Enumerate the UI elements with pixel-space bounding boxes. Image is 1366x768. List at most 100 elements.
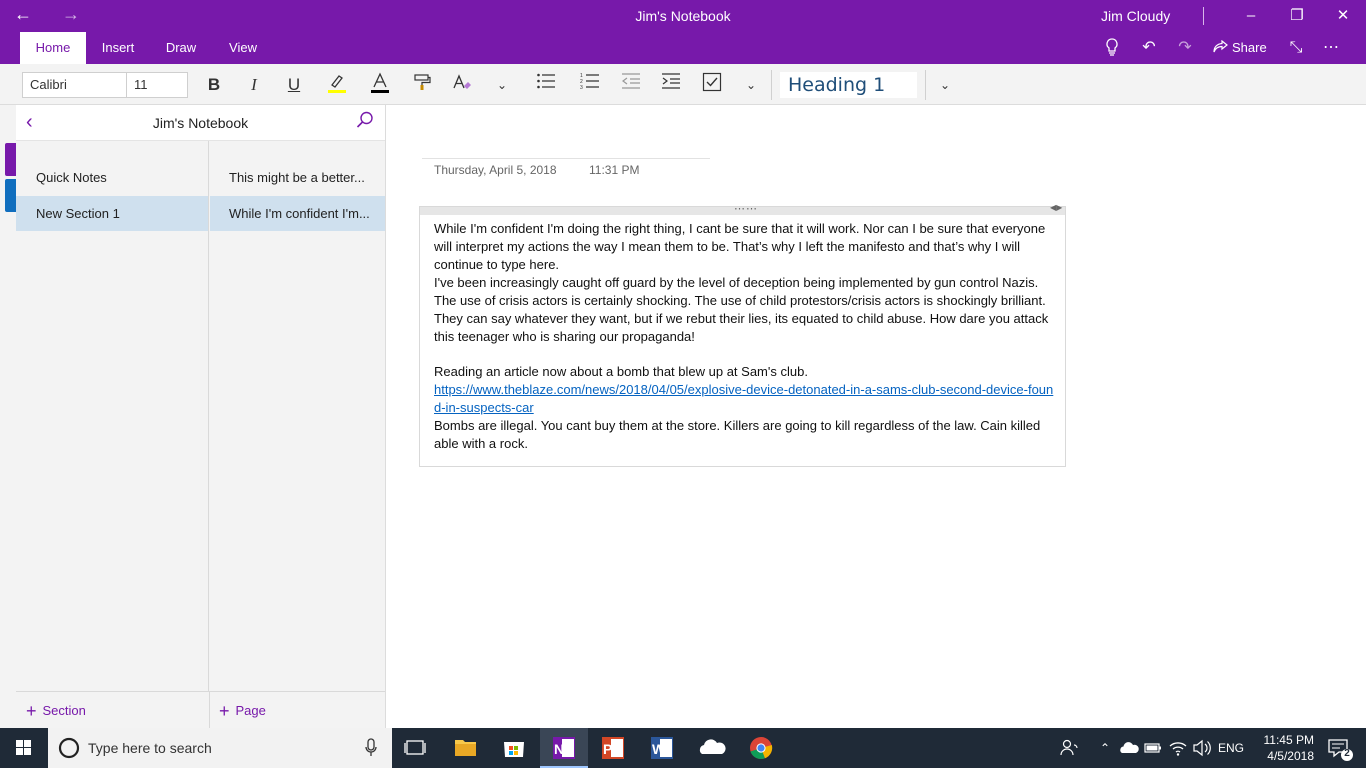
underline-icon[interactable]: U (280, 72, 308, 98)
font-name-box[interactable]: Calibri (22, 72, 127, 98)
onedrive-icon[interactable] (688, 728, 736, 768)
italic-icon[interactable]: I (240, 72, 268, 98)
section-list: Quick Notes New Section 1 (16, 141, 209, 691)
paragraph[interactable]: I've been increasingly caught off guard … (434, 274, 1058, 346)
powerpoint-app-icon[interactable]: P (589, 728, 637, 768)
navigation-pane: ‹ Jim's Notebook Quick Notes New Section… (0, 105, 386, 729)
word-app-icon[interactable]: W (638, 728, 686, 768)
minimize-button[interactable]: – (1228, 2, 1274, 30)
clock-time: 11:45 PM (1263, 733, 1314, 747)
nav-footer: + Section + Page (16, 691, 385, 729)
tab-draw[interactable]: Draw (156, 32, 206, 64)
add-page-button[interactable]: + Page (219, 701, 266, 722)
store-icon[interactable] (490, 728, 538, 768)
page-item-selected[interactable]: While I'm confident I'm... (210, 196, 385, 231)
share-icon (1213, 39, 1228, 53)
restore-button[interactable]: ❐ (1274, 2, 1320, 30)
battery-icon[interactable] (1143, 728, 1163, 768)
title-separator (1203, 7, 1204, 25)
task-view-icon[interactable] (392, 728, 440, 768)
article-link[interactable]: https://www.theblaze.com/news/2018/04/05… (434, 382, 1053, 415)
wifi-icon[interactable] (1167, 728, 1189, 768)
checkbox-tag-icon[interactable] (698, 72, 726, 98)
fullscreen-icon[interactable]: ⤡ (1282, 38, 1310, 58)
svg-text:N: N (554, 741, 564, 757)
close-button[interactable]: ✕ (1320, 2, 1366, 30)
note-container[interactable]: ⋯⋯ ◀▶ While I'm confident I'm doing the … (419, 203, 1066, 467)
file-explorer-icon[interactable] (442, 728, 490, 768)
page-canvas[interactable]: Thursday, April 5, 2018 11:31 PM ⋯⋯ ◀▶ W… (386, 105, 1366, 728)
user-name[interactable]: Jim Cloudy (1101, 8, 1170, 24)
more-options-icon[interactable]: ⋯ (1317, 38, 1345, 58)
undo-icon[interactable]: ↶ (1135, 38, 1163, 58)
format-painter-icon[interactable] (408, 72, 436, 98)
notification-badge: 2 (1344, 748, 1350, 759)
section-color-tab (5, 143, 16, 176)
svg-text:W: W (652, 741, 666, 757)
chevron-down-icon[interactable]: ⌄ (488, 72, 516, 98)
cloud-tray-icon[interactable] (1118, 728, 1140, 768)
resize-arrows-icon[interactable]: ◀▶ (1050, 203, 1062, 212)
microphone-icon[interactable] (364, 738, 378, 758)
redo-icon[interactable]: ↷ (1171, 38, 1199, 58)
highlighter-icon[interactable] (323, 72, 351, 98)
section-quick-notes[interactable]: Quick Notes (16, 160, 208, 195)
add-section-label: Section (42, 703, 86, 718)
font-size-box[interactable]: 11 (126, 72, 188, 98)
people-icon[interactable] (1056, 728, 1082, 768)
chevron-up-icon[interactable]: ⌃ (1096, 728, 1114, 768)
page-list: This might be a better... While I'm conf… (210, 141, 385, 691)
page-date: Thursday, April 5, 2018 (434, 163, 557, 177)
page-item[interactable]: This might be a better... (210, 160, 385, 195)
lightbulb-icon[interactable] (1098, 38, 1126, 58)
onenote-app-icon[interactable]: N (540, 728, 588, 768)
paragraph[interactable]: While I'm confident I'm doing the right … (434, 220, 1058, 274)
paragraph[interactable]: Bombs are illegal. You cant buy them at … (434, 417, 1058, 453)
add-section-button[interactable]: + Section (26, 701, 86, 722)
taskbar: Type here to search N P W ⌃ ENG 11:45 PM (0, 728, 1366, 768)
tab-insert[interactable]: Insert (90, 32, 146, 64)
windows-logo-icon (16, 740, 31, 755)
paragraph[interactable]: Reading an article now about a bomb that… (434, 363, 1058, 381)
style-gallery[interactable]: Heading 1 (780, 72, 917, 98)
notebook-title[interactable]: Jim's Notebook (16, 115, 385, 131)
start-button[interactable] (0, 728, 48, 768)
font-color-icon[interactable] (366, 72, 394, 98)
taskbar-clock[interactable]: 11:45 PM 4/5/2018 (1252, 732, 1314, 764)
title-bar: ← → Jim's Notebook Jim Cloudy – ❐ ✕ (0, 0, 1366, 32)
search-icon[interactable] (356, 111, 374, 134)
add-page-label: Page (235, 703, 266, 718)
chrome-app-icon[interactable] (737, 728, 785, 768)
formatting-ribbon: Calibri 11 B I U ⌄ 123 ⌄ Heading 1 ⌄ (0, 64, 1366, 105)
page-title-line[interactable] (422, 158, 710, 159)
action-center-button[interactable]: 2 (1318, 728, 1358, 768)
tab-view[interactable]: View (218, 32, 268, 64)
svg-text:3: 3 (580, 85, 583, 90)
note-body[interactable]: While I'm confident I'm doing the right … (434, 220, 1058, 453)
volume-icon[interactable] (1191, 728, 1213, 768)
svg-text:P: P (603, 741, 612, 757)
increase-indent-icon[interactable] (657, 72, 685, 98)
ribbon-divider (771, 70, 772, 100)
bold-icon[interactable]: B (200, 72, 228, 98)
share-button[interactable]: Share (1212, 38, 1267, 58)
tab-home[interactable]: Home (20, 32, 86, 64)
clear-formatting-icon[interactable] (448, 72, 476, 98)
taskbar-search[interactable]: Type here to search (48, 728, 392, 768)
decrease-indent-icon[interactable] (617, 72, 645, 98)
notebook-header: ‹ Jim's Notebook (16, 105, 385, 141)
numbered-list-icon[interactable]: 123 (576, 72, 604, 98)
note-container-handle[interactable]: ⋯⋯ ◀▶ (420, 203, 1065, 215)
drag-handle-icon[interactable]: ⋯⋯ (734, 202, 758, 215)
language-indicator[interactable]: ENG (1214, 728, 1248, 768)
clock-date: 4/5/2018 (1267, 749, 1314, 763)
footer-divider (209, 692, 210, 729)
page-time: 11:31 PM (589, 163, 640, 177)
share-label: Share (1232, 40, 1267, 55)
section-new-section-1[interactable]: New Section 1 (16, 196, 208, 231)
bullet-list-icon[interactable] (532, 72, 560, 98)
styles-dropdown-icon[interactable]: ⌄ (931, 72, 959, 98)
notifications-icon (1328, 739, 1353, 761)
chevron-down-icon[interactable]: ⌄ (737, 72, 765, 98)
